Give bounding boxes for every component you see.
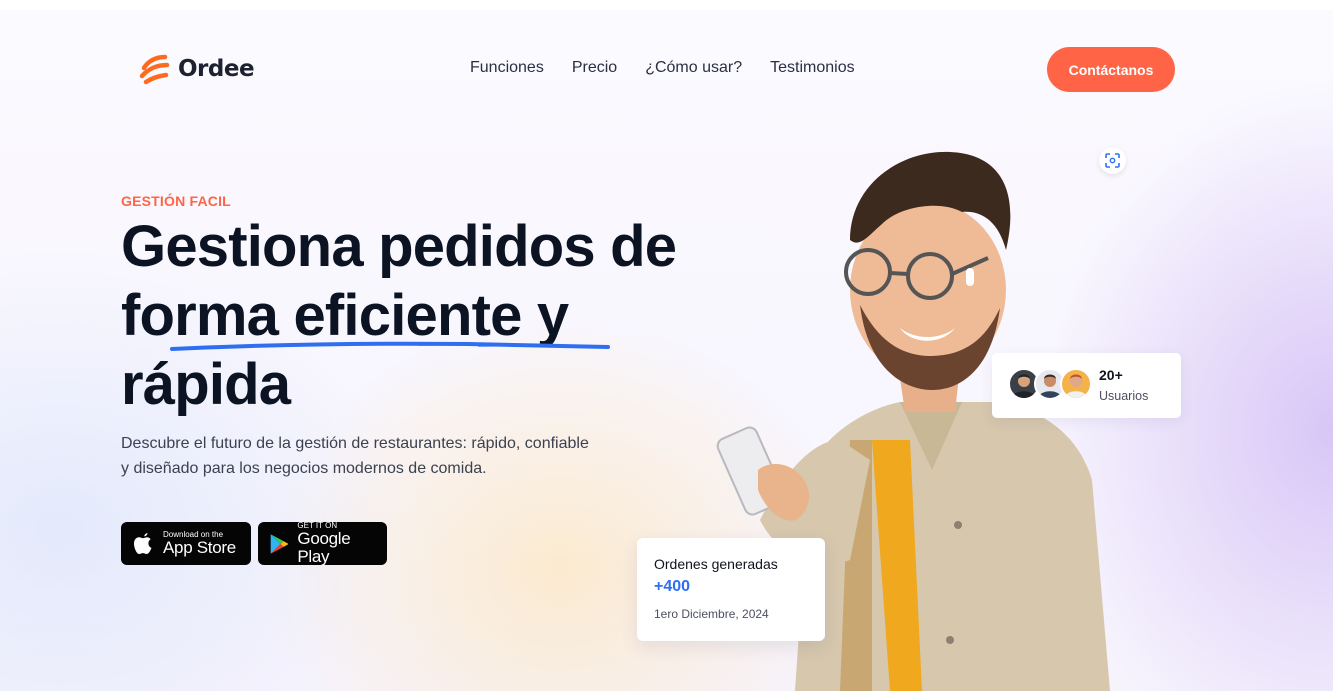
- brush-underline: [170, 341, 610, 351]
- google-play-button[interactable]: GET IT ON Google Play: [258, 521, 387, 566]
- nav-link-precio[interactable]: Precio: [572, 59, 617, 77]
- users-label: Usuarios: [1099, 389, 1149, 403]
- orders-value: +400: [654, 578, 691, 595]
- avatar: [1060, 368, 1092, 400]
- headline-line: rápida: [121, 352, 291, 417]
- scan-icon: [1105, 153, 1120, 168]
- nav-link-como-usar[interactable]: ¿Cómo usar?: [645, 59, 742, 77]
- nav-link-funciones[interactable]: Funciones: [470, 59, 544, 77]
- brand-logo[interactable]: Ordee: [138, 52, 255, 86]
- scan-button[interactable]: [1099, 147, 1126, 174]
- hero-description: Descubre el futuro de la gestión de rest…: [121, 435, 589, 477]
- orders-date: 1ero Diciembre, 2024: [654, 607, 769, 621]
- avatar-group: [1008, 368, 1094, 401]
- google-play-icon: [270, 533, 289, 554]
- brand-name: Ordee: [178, 56, 255, 82]
- google-play-big-text: Google Play: [297, 529, 351, 566]
- users-card: 20+ Usuarios: [992, 353, 1181, 418]
- nav-link-testimonios[interactable]: Testimonios: [770, 59, 854, 77]
- hero-eyebrow: GESTIÓN FACIL: [121, 193, 231, 209]
- orders-title: Ordenes generadas: [654, 556, 778, 572]
- app-store-big-text: App Store: [163, 538, 236, 557]
- headline-line: Gestiona pedidos de: [121, 214, 677, 279]
- ordee-logo-icon: [139, 54, 170, 85]
- users-count: 20+: [1099, 367, 1123, 383]
- apple-icon: [134, 532, 152, 554]
- app-store-button[interactable]: Download on the App Store: [121, 522, 251, 565]
- hero-headline: Gestiona pedidos de forma eficiente y rá…: [121, 212, 701, 419]
- main-nav: Funciones Precio ¿Cómo usar? Testimonios: [470, 59, 855, 77]
- orders-card: Ordenes generadas +400 1ero Diciembre, 2…: [637, 538, 825, 641]
- contact-button[interactable]: Contáctanos: [1047, 47, 1175, 92]
